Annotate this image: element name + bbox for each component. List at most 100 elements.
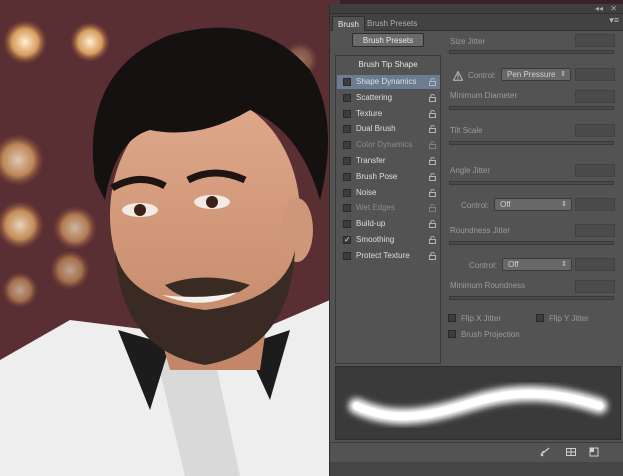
item-checkbox[interactable] — [343, 125, 351, 134]
angle-jitter-value[interactable] — [575, 164, 615, 177]
size-control-value: Pen Pressure — [507, 70, 556, 79]
item-label: Shape Dynamics — [356, 77, 417, 86]
roundness-jitter-slider[interactable] — [449, 241, 614, 245]
item-checkbox[interactable] — [343, 204, 351, 213]
chevron-updown-icon: ⇕ — [561, 261, 567, 268]
size-control-field[interactable] — [575, 68, 615, 81]
item-checkbox[interactable]: ✓ — [343, 236, 351, 244]
size-control-dropdown[interactable]: Pen Pressure ⇕ — [501, 68, 571, 81]
roundness-jitter-value[interactable] — [575, 224, 615, 237]
lock-icon[interactable] — [429, 109, 436, 118]
chevron-updown-icon: ⇕ — [561, 201, 567, 208]
item-label: Smoothing — [356, 235, 395, 244]
lock-icon[interactable] — [429, 220, 436, 229]
brush-projection-checkbox[interactable] — [448, 330, 456, 338]
item-checkbox[interactable] — [343, 109, 351, 118]
list-item[interactable]: Brush Pose — [337, 170, 440, 184]
roundness-jitter-label: Roundness Jitter — [450, 226, 511, 235]
tilt-scale-slider[interactable] — [449, 141, 614, 145]
panel-bottom-bar — [330, 462, 623, 476]
list-item[interactable]: Color Dynamics — [337, 138, 440, 152]
flip-y-checkbox[interactable] — [536, 314, 544, 322]
list-item[interactable]: Texture — [337, 107, 440, 121]
list-item[interactable]: Shape Dynamics — [337, 75, 440, 89]
item-checkbox[interactable] — [343, 78, 351, 86]
collapse-icon[interactable]: ◂◂ — [595, 4, 603, 14]
lock-icon[interactable] — [429, 93, 436, 102]
item-label: Texture — [356, 108, 383, 118]
list-item[interactable]: Scattering — [337, 91, 440, 105]
item-checkbox[interactable] — [343, 188, 351, 197]
lock-icon[interactable] — [429, 78, 436, 86]
brush-stroke-preview — [335, 366, 621, 440]
list-item[interactable]: Wet Edges — [337, 201, 440, 215]
roundness-control-label: Control: — [469, 261, 498, 270]
item-checkbox[interactable] — [343, 93, 351, 102]
panel-tab-bar: Brush Brush Presets ▾≡ — [330, 14, 623, 31]
close-icon[interactable]: ✕ — [610, 4, 617, 14]
panel-dock-bar[interactable]: ◂◂ ✕ — [330, 4, 623, 14]
list-item[interactable]: Transfer — [337, 154, 440, 168]
tab-brush[interactable]: Brush — [332, 16, 365, 31]
grid-icon[interactable] — [566, 447, 576, 457]
panel-footer — [330, 442, 623, 462]
angle-control-label: Control: — [461, 201, 490, 210]
item-label: Transfer — [356, 156, 386, 165]
chevron-updown-icon: ⇕ — [560, 71, 566, 78]
flip-x-checkbox[interactable] — [448, 314, 456, 322]
minimum-roundness-value[interactable] — [575, 280, 615, 293]
item-label: Build-up — [356, 219, 386, 229]
tab-brush-presets[interactable]: Brush Presets — [362, 16, 422, 31]
item-checkbox[interactable] — [343, 141, 351, 150]
brush-panel: ◂◂ ✕ Brush Brush Presets ▾≡ Brush Preset… — [329, 4, 623, 476]
angle-control-dropdown[interactable]: Off ⇕ — [494, 198, 572, 211]
list-item[interactable]: Noise — [337, 186, 440, 200]
list-item[interactable]: Protect Texture — [337, 249, 440, 263]
minimum-diameter-label: Minimum Diameter — [450, 91, 518, 100]
item-checkbox[interactable] — [343, 157, 351, 165]
angle-control-field[interactable] — [575, 198, 615, 211]
brush-toggle-icon[interactable] — [540, 447, 550, 457]
item-label: Color Dynamics — [356, 140, 413, 150]
warning-icon — [453, 71, 463, 81]
minimum-roundness-slider[interactable] — [449, 296, 614, 300]
size-jitter-value[interactable] — [575, 34, 615, 47]
item-label: Dual Brush — [356, 124, 396, 134]
item-label: Brush Pose — [356, 171, 398, 181]
item-checkbox[interactable] — [343, 251, 351, 260]
size-control-label: Control: — [468, 71, 497, 80]
list-item[interactable]: ✓ Smoothing — [337, 233, 440, 247]
size-jitter-slider[interactable] — [449, 50, 614, 54]
lock-icon[interactable] — [429, 204, 436, 213]
panel-menu-icon[interactable]: ▾≡ — [609, 15, 619, 26]
item-label: Noise — [356, 187, 377, 197]
lock-icon[interactable] — [429, 125, 436, 134]
angle-jitter-label: Angle Jitter — [450, 166, 491, 175]
list-item[interactable]: Dual Brush — [337, 122, 440, 136]
brush-presets-button[interactable]: Brush Presets — [352, 33, 424, 47]
lock-icon[interactable] — [429, 188, 436, 197]
list-item[interactable]: Build-up — [337, 217, 440, 231]
item-label: Scattering — [356, 92, 393, 102]
lock-icon[interactable] — [429, 157, 436, 165]
lock-icon[interactable] — [429, 141, 436, 150]
flip-y-label: Flip Y Jitter — [549, 314, 589, 323]
roundness-control-value: Off — [508, 260, 519, 269]
item-checkbox[interactable] — [343, 220, 351, 229]
angle-jitter-slider[interactable] — [449, 181, 614, 185]
minimum-diameter-value[interactable] — [575, 90, 615, 103]
size-jitter-label: Size Jitter — [450, 37, 486, 46]
lock-icon[interactable] — [429, 236, 436, 244]
roundness-control-dropdown[interactable]: Off ⇕ — [502, 258, 572, 271]
minimum-roundness-label: Minimum Roundness — [450, 281, 526, 290]
minimum-diameter-slider[interactable] — [449, 106, 614, 110]
new-preset-icon[interactable] — [589, 447, 599, 457]
lock-icon[interactable] — [429, 251, 436, 260]
brush-projection-label: Brush Projection — [461, 330, 520, 339]
lock-icon[interactable] — [429, 172, 436, 181]
brush-tip-shape-item[interactable]: Brush Tip Shape — [336, 58, 440, 72]
tilt-scale-label: Tilt Scale — [450, 126, 483, 135]
tilt-scale-value[interactable] — [575, 124, 615, 137]
item-checkbox[interactable] — [343, 172, 351, 181]
roundness-control-field[interactable] — [575, 258, 615, 271]
